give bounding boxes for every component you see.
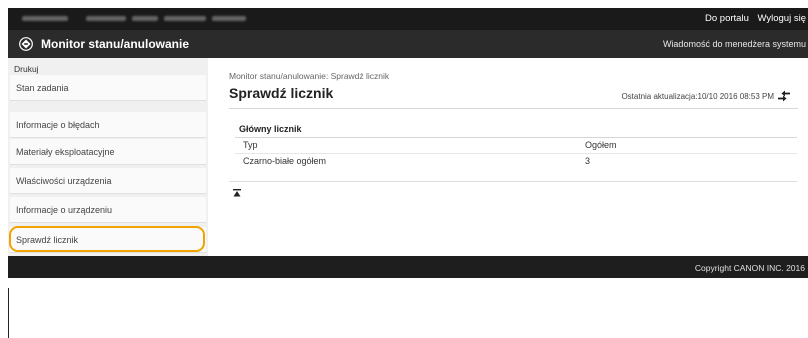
- sidebar-item-error-info[interactable]: Informacje o błędach: [10, 112, 206, 138]
- sidebar-item-label: Materiały eksploatacyjne: [16, 147, 115, 157]
- blurred-device-info: [164, 16, 206, 21]
- breadcrumb: Monitor stanu/anulowanie: Sprawdź liczni…: [229, 71, 390, 81]
- sidebar-item-label: Informacje o błędach: [16, 120, 100, 130]
- counter-value: Ogółem: [585, 140, 617, 150]
- main-content: Monitor stanu/anulowanie: Sprawdź liczni…: [208, 58, 808, 256]
- sidebar-item-check-counter[interactable]: Sprawdź licznik: [10, 227, 206, 253]
- title-bar: Monitor stanu/anulowanie Wiadomość do me…: [8, 30, 808, 58]
- logout-link[interactable]: Wyloguj się: [758, 13, 807, 24]
- table-row: Czarno-białe ogółem 3: [229, 154, 797, 169]
- back-to-top-icon[interactable]: [233, 189, 241, 197]
- status-monitor-icon: [19, 37, 33, 51]
- counter-label: Czarno-białe ogółem: [243, 156, 327, 166]
- sidebar-item-device-features[interactable]: Właściwości urządzenia: [10, 168, 206, 194]
- top-links: Do portalu Wyloguj się: [699, 13, 806, 24]
- blurred-device-info: [132, 16, 158, 21]
- counter-panel: Główny licznik Typ Ogółem Czarno-białe o…: [229, 118, 797, 182]
- last-update-text: Ostatnia aktualizacja:10/10 2016 08:53 P…: [621, 92, 774, 101]
- sidebar-item-label: Stan zadania: [16, 83, 69, 93]
- sidebar-heading: Drukuj: [14, 64, 39, 74]
- admin-message-link[interactable]: Wiadomość do menedżera systemu: [663, 39, 806, 49]
- counter-label: Typ: [243, 140, 258, 150]
- copyright-text: Copyright CANON INC. 2016: [694, 263, 805, 273]
- sidebar: Drukuj Stan zadania Informacje o błędach…: [8, 58, 208, 256]
- footer: Copyright CANON INC. 2016: [8, 256, 808, 278]
- sidebar-item-device-info[interactable]: Informacje o urządzeniu: [10, 197, 206, 223]
- table-row: Typ Ogółem: [229, 138, 797, 153]
- app-title: Monitor stanu/anulowanie: [41, 37, 190, 51]
- counter-value: 3: [585, 156, 591, 166]
- left-margin-rule: [8, 288, 9, 338]
- blurred-device-info: [212, 16, 246, 21]
- sidebar-item-label: Właściwości urządzenia: [16, 176, 112, 186]
- sidebar-item-job-status[interactable]: Stan zadania: [10, 75, 206, 101]
- counter-heading: Główny licznik: [239, 124, 302, 134]
- title-divider: [229, 108, 798, 109]
- sidebar-item-label: Informacje o urządzeniu: [16, 205, 113, 215]
- sidebar-item-consumables[interactable]: Materiały eksploatacyjne: [10, 139, 206, 165]
- top-bar: Do portalu Wyloguj się: [8, 8, 808, 30]
- page-title: Sprawdź licznik: [229, 85, 334, 101]
- portal-link[interactable]: Do portalu: [705, 13, 749, 24]
- refresh-icon[interactable]: [777, 89, 791, 103]
- blurred-device-info: [22, 16, 68, 21]
- sidebar-item-label: Sprawdź licznik: [16, 235, 79, 245]
- blurred-device-info: [86, 16, 126, 21]
